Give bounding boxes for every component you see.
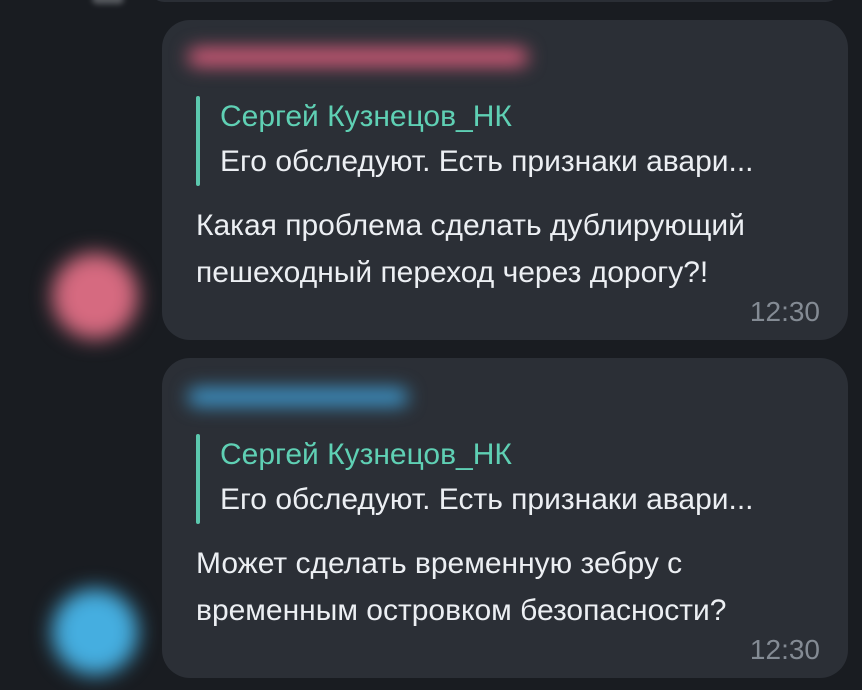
sender-name[interactable] (188, 388, 408, 406)
message-time: 12:30 (749, 296, 820, 327)
reply-quote[interactable]: Сергей Кузнецов_НК Его обследуют. Есть п… (196, 434, 826, 524)
previous-message-bubble (150, 0, 840, 2)
reply-author: Сергей Кузнецов_НК (220, 438, 512, 471)
previous-avatar (92, 0, 124, 4)
message-text: Может сделать временную зебру с временны… (196, 547, 727, 627)
message-text: Какая проблема сделать дублирующий пешех… (196, 209, 745, 289)
message-bubble[interactable]: Сергей Кузнецов_НК Его обследуют. Есть п… (162, 20, 848, 340)
message-time: 12:30 (749, 634, 820, 665)
message-item[interactable]: Сергей Кузнецов_НК Его обследуют. Есть п… (52, 20, 848, 340)
reply-accent-bar (196, 434, 200, 524)
reply-quote[interactable]: Сергей Кузнецов_НК Его обследуют. Есть п… (196, 96, 826, 186)
reply-author: Сергей Кузнецов_НК (220, 100, 512, 133)
message-bubble[interactable]: Сергей Кузнецов_НК Его обследуют. Есть п… (162, 358, 848, 678)
message-item[interactable]: Сергей Кузнецов_НК Его обследуют. Есть п… (52, 358, 848, 678)
avatar[interactable] (52, 589, 138, 675)
reply-preview-text: Его обследуют. Есть признаки авари... (220, 483, 754, 516)
avatar[interactable] (52, 253, 138, 339)
reply-accent-bar (196, 96, 200, 186)
sender-name[interactable] (188, 48, 528, 66)
reply-preview-text: Его обследуют. Есть признаки авари... (220, 145, 754, 178)
